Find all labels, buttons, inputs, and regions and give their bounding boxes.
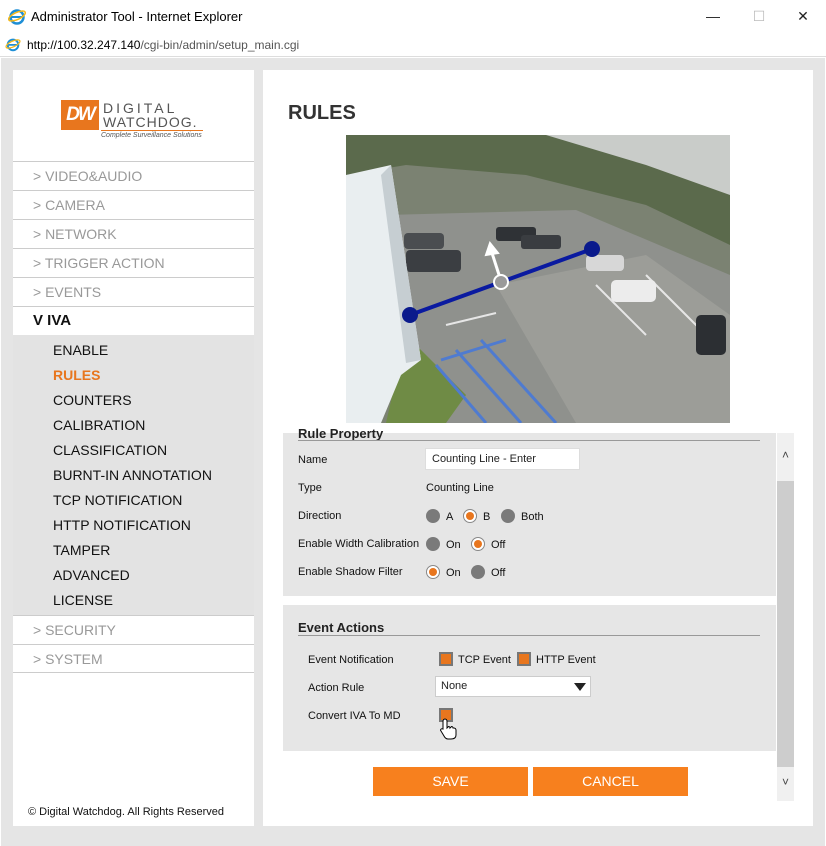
logo-divider	[101, 130, 203, 131]
page-icon	[5, 38, 21, 52]
sidebar-item-trigger-action[interactable]: > TRIGGER ACTION	[13, 248, 254, 277]
sidebar: DW DIGITAL WATCHDOG. Complete Surveillan…	[13, 70, 254, 826]
settings-panel: Rule Property Name Counting Line - Enter…	[283, 426, 776, 798]
direction-b-radio[interactable]	[463, 509, 477, 523]
submenu-counters[interactable]: COUNTERS	[13, 388, 254, 413]
action-rule-value: None	[441, 680, 468, 692]
direction-a-label: A	[446, 511, 454, 523]
shadow-filter-off-radio[interactable]	[471, 565, 485, 579]
shadow-filter-on-radio[interactable]	[426, 565, 440, 579]
direction-label: Direction	[298, 510, 342, 522]
dropdown-arrow-icon	[574, 683, 586, 691]
submenu-burnt-in-annotation[interactable]: BURNT-IN ANNOTATION	[13, 463, 254, 488]
width-calibration-on-label: On	[446, 539, 461, 551]
direction-a-radio[interactable]	[426, 509, 440, 523]
main-content: RULES Rule Property Name Counting Line -…	[263, 70, 813, 826]
submenu-enable[interactable]: ENABLE	[13, 338, 254, 363]
http-event-checkbox[interactable]	[517, 652, 531, 666]
http-event-label: HTTP Event	[536, 654, 596, 666]
scrollbar-thumb[interactable]	[777, 481, 794, 767]
tcp-event-label: TCP Event	[458, 654, 511, 666]
shadow-filter-label: Enable Shadow Filter	[298, 566, 403, 578]
internet-explorer-icon	[8, 9, 26, 25]
title-bar: Administrator Tool - Internet Explorer —…	[0, 0, 826, 33]
minimize-button[interactable]: —	[690, 0, 736, 33]
direction-both-label: Both	[521, 511, 544, 523]
logo-line2: WATCHDOG.	[103, 114, 198, 130]
save-button[interactable]: SAVE	[373, 767, 528, 796]
submenu-advanced[interactable]: ADVANCED	[13, 563, 254, 588]
type-label: Type	[298, 482, 322, 494]
submenu-license[interactable]: LICENSE	[13, 588, 254, 613]
close-button[interactable]: ✕	[780, 0, 826, 33]
url-host: http://100.32.247.140	[27, 38, 141, 52]
width-calibration-off-radio[interactable]	[471, 537, 485, 551]
iva-submenu: ENABLE RULES COUNTERS CALIBRATION CLASSI…	[13, 335, 254, 615]
page-title: RULES	[288, 102, 356, 124]
tcp-event-checkbox[interactable]	[439, 652, 453, 666]
sidebar-item-events[interactable]: > EVENTS	[13, 277, 254, 306]
submenu-tamper[interactable]: TAMPER	[13, 538, 254, 563]
settings-scrollbar[interactable]: ˄ ˅	[777, 433, 794, 801]
rule-property-title: Rule Property	[298, 426, 384, 441]
section-divider	[298, 635, 760, 636]
camera-scene	[346, 135, 730, 423]
section-divider	[298, 440, 760, 441]
scroll-up-icon[interactable]: ˄	[777, 447, 794, 464]
submenu-rules[interactable]: RULES	[13, 363, 254, 388]
sidebar-item-camera[interactable]: > CAMERA	[13, 190, 254, 219]
event-actions-section: Event Actions Event Notification TCP Eve…	[283, 605, 776, 751]
sidebar-item-network[interactable]: > NETWORK	[13, 219, 254, 248]
action-rule-label: Action Rule	[308, 682, 365, 694]
direction-both-radio[interactable]	[501, 509, 515, 523]
shadow-filter-on-label: On	[446, 567, 461, 579]
scroll-down-icon[interactable]: ˅	[777, 774, 794, 791]
submenu-tcp-notification[interactable]: TCP NOTIFICATION	[13, 488, 254, 513]
type-value: Counting Line	[426, 482, 494, 494]
event-notification-label: Event Notification	[308, 654, 394, 666]
submenu-classification[interactable]: CLASSIFICATION	[13, 438, 254, 463]
action-rule-select[interactable]: None	[435, 676, 591, 697]
page-body: DW DIGITAL WATCHDOG. Complete Surveillan…	[1, 58, 825, 846]
hand-cursor-icon	[440, 718, 457, 740]
sidebar-item-system[interactable]: > SYSTEM	[13, 644, 254, 673]
sidebar-item-iva[interactable]: V IVA	[13, 306, 254, 335]
digital-watchdog-logo: DW DIGITAL WATCHDOG. Complete Surveillan…	[61, 100, 206, 146]
name-label: Name	[298, 454, 328, 466]
submenu-http-notification[interactable]: HTTP NOTIFICATION	[13, 513, 254, 538]
rule-property-section: Rule Property Name Counting Line - Enter…	[283, 426, 776, 596]
width-calibration-off-label: Off	[491, 539, 506, 551]
logo-mark: DW	[61, 100, 99, 130]
cancel-button[interactable]: CANCEL	[533, 767, 688, 796]
sidebar-nav: > VIDEO&AUDIO > CAMERA > NETWORK > TRIGG…	[13, 161, 254, 673]
rule-name-input[interactable]: Counting Line - Enter	[425, 448, 580, 470]
shadow-filter-off-label: Off	[491, 567, 506, 579]
url-path: /cgi-bin/admin/setup_main.cgi	[140, 38, 300, 52]
copyright: © Digital Watchdog. All Rights Reserved	[28, 806, 225, 818]
window-title: Administrator Tool - Internet Explorer	[31, 9, 243, 24]
url-text[interactable]: http://100.32.247.140/cgi-bin/admin/setu…	[27, 38, 299, 52]
width-calibration-label: Enable Width Calibration	[298, 538, 420, 550]
logo-tagline: Complete Surveillance Solutions	[101, 132, 202, 139]
sidebar-item-security[interactable]: > SECURITY	[13, 615, 254, 644]
camera-preview[interactable]	[346, 135, 730, 423]
maximize-button[interactable]: ☐	[736, 0, 782, 33]
width-calibration-on-radio[interactable]	[426, 537, 440, 551]
submenu-calibration[interactable]: CALIBRATION	[13, 413, 254, 438]
direction-b-label: B	[483, 511, 491, 523]
sidebar-item-video-audio[interactable]: > VIDEO&AUDIO	[13, 161, 254, 190]
event-actions-title: Event Actions	[298, 620, 385, 635]
convert-iva-label: Convert IVA To MD	[308, 710, 401, 722]
address-bar[interactable]: http://100.32.247.140/cgi-bin/admin/setu…	[0, 33, 826, 57]
